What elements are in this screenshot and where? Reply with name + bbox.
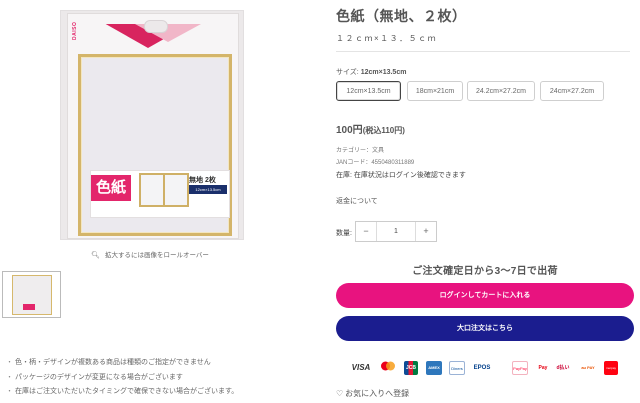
quantity-label: 数量:	[336, 230, 352, 237]
quantity-decrease-button[interactable]: −	[356, 222, 377, 241]
paypay-icon: PayPay	[512, 361, 528, 375]
quantity-increase-button[interactable]: +	[415, 222, 436, 241]
product-package: DAISO 色紙 無地 2枚 12cm×13.5cm	[67, 13, 239, 239]
price-tax: (税込110円)	[362, 126, 405, 135]
amex-icon: AMEX	[426, 361, 442, 375]
zoom-hint-text: 拡大するには画像をロールオーバー	[104, 252, 209, 259]
package-title-badge: 色紙	[91, 175, 131, 201]
login-add-to-cart-button[interactable]: ログインしてカートに入れる	[336, 283, 634, 308]
size-option-18x21[interactable]: 18cm×21cm	[407, 81, 463, 101]
visa-icon: VISA	[351, 363, 371, 372]
size-option-24x27-2[interactable]: 24cm×27.2cm	[540, 81, 604, 101]
heart-icon: ♡	[336, 389, 344, 398]
product-notes: 色・柄・デザインが複数ある商品は種類のご指定ができません パッケージのデザインが…	[6, 356, 238, 400]
quantity-input[interactable]	[377, 222, 415, 241]
product-category: カテゴリー：文具	[336, 148, 385, 154]
quantity-stepper: − +	[355, 221, 437, 242]
size-label: サイズ: 12cm×13.5cm	[336, 67, 406, 77]
product-jan-code: JANコード：4550480311889	[336, 160, 415, 166]
mastercard-icon	[380, 361, 396, 375]
product-subtitle: １２ｃｍ×１３．５ｃｍ	[336, 34, 438, 43]
note-item: パッケージのデザインが変更になる場合がございます	[6, 371, 238, 386]
package-size-strip: 12cm×13.5cm	[189, 185, 227, 194]
note-item: 在庫はご注文いただいたタイミングで確保できない場合がございます。	[6, 385, 238, 400]
package-hanger-hole	[144, 20, 168, 33]
rakuten-pay-icon: Pay	[538, 365, 548, 371]
package-count-text: 無地 2枚	[189, 177, 216, 184]
mini-board-illustration	[163, 173, 189, 207]
stock-status: 在庫: 在庫状況はログイン後確認できます	[336, 172, 466, 179]
merpay-icon: merpay	[604, 361, 618, 375]
epos-icon: EPOS	[473, 365, 491, 371]
note-item: 色・柄・デザインが複数ある商品は種類のご指定ができません	[6, 356, 238, 371]
brand-logo: DAISO	[72, 21, 78, 40]
jcb-icon: JCB	[404, 361, 418, 375]
package-label-card: 色紙 無地 2枚 12cm×13.5cm	[90, 170, 230, 218]
size-label-prefix: サイズ:	[336, 69, 359, 76]
thumbnail-image	[12, 275, 52, 315]
favorite-label: お気に入りへ登録	[345, 389, 410, 398]
divider	[336, 51, 630, 52]
zoom-hint: 🔍︎ 拡大するには画像をロールオーバー	[0, 249, 300, 259]
magnifier-icon: 🔍︎	[91, 252, 100, 259]
size-option-24-2x27-2[interactable]: 24.2cm×27.2cm	[467, 81, 535, 101]
d-barai-icon: d払い	[556, 365, 570, 371]
size-option-12x13-5[interactable]: 12cm×13.5cm	[336, 81, 401, 101]
favorite-button[interactable]: ♡ お気に入りへ登録	[336, 388, 409, 399]
price-value: 100円	[336, 125, 363, 136]
product-main-image[interactable]: DAISO 色紙 無地 2枚 12cm×13.5cm	[60, 10, 244, 240]
bulk-order-button[interactable]: 大口注文はこちら	[336, 316, 634, 341]
product-title: 色紙（無地、２枚）	[336, 8, 467, 24]
mini-board-illustration	[139, 173, 165, 207]
au-pay-icon: au PAY	[581, 365, 595, 370]
diners-icon: Diners	[449, 361, 465, 375]
shipping-message: ご注文確定日から3〜7日で出荷	[412, 266, 558, 277]
returns-link[interactable]: 返金について	[336, 196, 378, 206]
size-label-value: 12cm×13.5cm	[360, 69, 407, 76]
product-price: 100円(税込110円)	[336, 121, 405, 136]
product-thumbnail[interactable]	[2, 271, 61, 318]
